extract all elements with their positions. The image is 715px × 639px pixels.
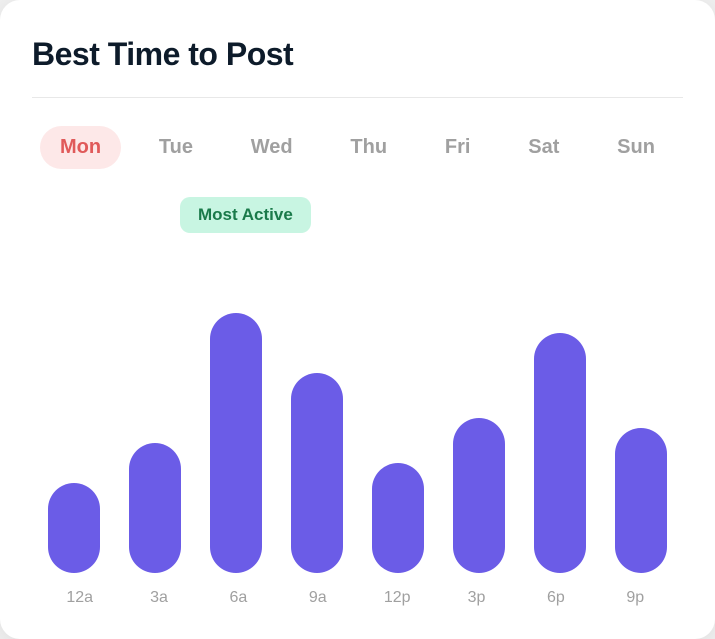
bar-9a bbox=[291, 373, 343, 573]
bar-wrapper-3a bbox=[121, 253, 190, 573]
day-tab-wed[interactable]: Wed bbox=[231, 126, 313, 169]
divider bbox=[32, 97, 683, 98]
day-tab-sun[interactable]: Sun bbox=[597, 126, 675, 169]
bar-3p bbox=[453, 418, 505, 573]
time-label-9a: 9a bbox=[278, 589, 357, 607]
bar-12a bbox=[48, 483, 100, 573]
time-label-9p: 9p bbox=[596, 589, 675, 607]
day-tabs: Mon Tue Wed Thu Fri Sat Sun bbox=[32, 126, 683, 169]
day-tab-fri[interactable]: Fri bbox=[425, 126, 491, 169]
day-tab-tue[interactable]: Tue bbox=[139, 126, 213, 169]
bar-6a bbox=[210, 313, 262, 573]
time-label-12a: 12a bbox=[40, 589, 119, 607]
page-title: Best Time to Post bbox=[32, 36, 683, 73]
time-label-12p: 12p bbox=[358, 589, 437, 607]
day-tab-mon[interactable]: Mon bbox=[40, 126, 121, 169]
day-tab-sat[interactable]: Sat bbox=[508, 126, 579, 169]
bar-wrapper-12a bbox=[40, 253, 109, 573]
time-label-6a: 6a bbox=[199, 589, 278, 607]
bar-wrapper-3p bbox=[444, 253, 513, 573]
chart-area: Most Active 12a3a6a9a12p3p6p9p bbox=[32, 205, 683, 607]
bar-wrapper-12p bbox=[364, 253, 433, 573]
best-time-card: Best Time to Post MonTueWedThuFriSatSun … bbox=[0, 0, 715, 639]
time-label-3a: 3a bbox=[119, 589, 198, 607]
bars-container bbox=[32, 205, 683, 573]
bar-9p bbox=[615, 428, 667, 573]
bar-wrapper-6a bbox=[202, 253, 271, 573]
time-label-3p: 3p bbox=[437, 589, 516, 607]
bar-12p bbox=[372, 463, 424, 573]
bar-wrapper-9p bbox=[606, 253, 675, 573]
most-active-badge: Most Active bbox=[180, 197, 311, 233]
time-labels: 12a3a6a9a12p3p6p9p bbox=[32, 573, 683, 607]
time-label-6p: 6p bbox=[516, 589, 595, 607]
bar-wrapper-6p bbox=[525, 253, 594, 573]
bar-wrapper-9a bbox=[283, 253, 352, 573]
day-tab-thu[interactable]: Thu bbox=[330, 126, 407, 169]
bar-3a bbox=[129, 443, 181, 573]
bar-6p bbox=[534, 333, 586, 573]
